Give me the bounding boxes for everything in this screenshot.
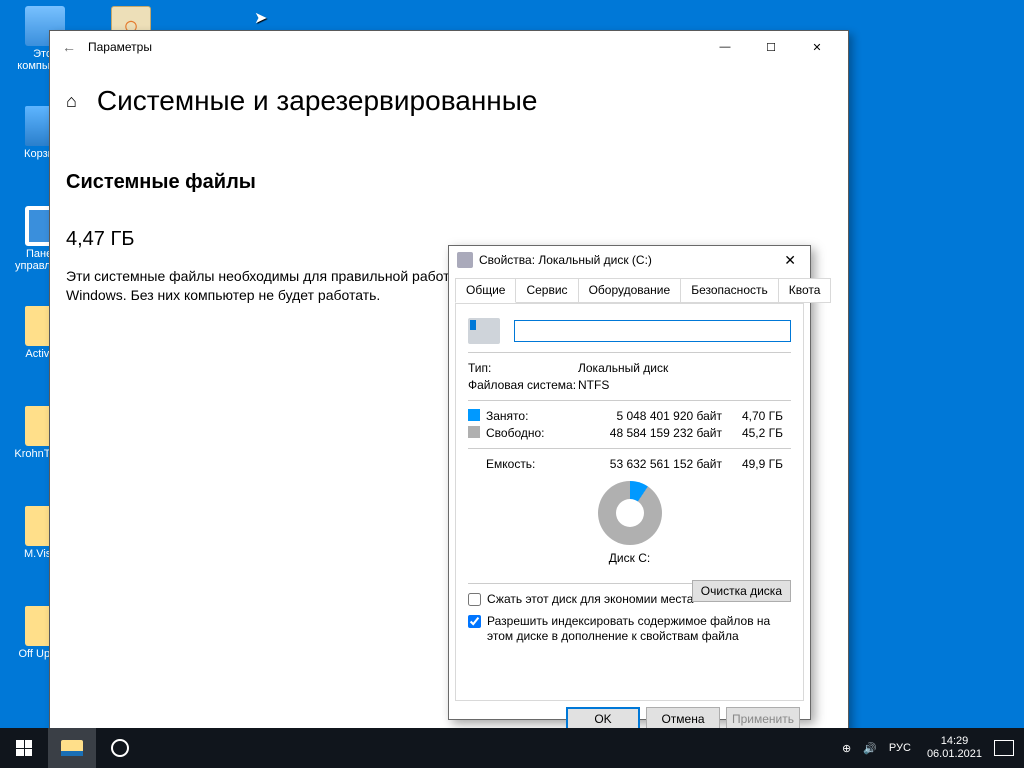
windows-icon xyxy=(16,740,32,756)
disk-icon xyxy=(457,252,473,268)
ok-button[interactable]: OK xyxy=(566,707,640,730)
free-bytes: 48 584 159 232 байт xyxy=(578,426,728,440)
drive-icon xyxy=(468,318,500,344)
network-icon[interactable]: ⊕ xyxy=(836,728,857,768)
taskbar: ⊕ 🔊 РУС 14:29 06.01.2021 xyxy=(0,728,1024,768)
dialog-titlebar[interactable]: Свойства: Локальный диск (C:) ✕ xyxy=(449,246,810,274)
start-button[interactable] xyxy=(0,728,48,768)
section-title: Системные файлы xyxy=(66,171,824,194)
maximize-button[interactable]: ☐ xyxy=(748,32,794,62)
tabs: Общие Сервис Оборудование Безопасность К… xyxy=(449,274,810,303)
clock-date: 06.01.2021 xyxy=(927,748,982,761)
free-swatch xyxy=(468,426,480,438)
volume-name-input[interactable] xyxy=(514,320,791,342)
window-title: Параметры xyxy=(88,40,702,54)
index-checkbox-row[interactable]: Разрешить индексировать содержимое файло… xyxy=(468,614,791,645)
disk-cleanup-button[interactable]: Очистка диска xyxy=(692,580,791,602)
system-files-description: Эти системные файлы необходимы для прави… xyxy=(66,267,486,305)
disk-properties-dialog: Свойства: Локальный диск (C:) ✕ Общие Се… xyxy=(448,245,811,720)
tab-security[interactable]: Безопасность xyxy=(680,278,779,303)
tab-service[interactable]: Сервис xyxy=(515,278,578,303)
type-label: Тип: xyxy=(468,361,578,375)
clock-time: 14:29 xyxy=(927,735,982,748)
compress-checkbox[interactable] xyxy=(468,593,481,606)
taskbar-clock[interactable]: 14:29 06.01.2021 xyxy=(917,735,992,760)
used-swatch xyxy=(468,409,480,421)
used-human: 4,70 ГБ xyxy=(728,409,783,423)
language-indicator[interactable]: РУС xyxy=(883,728,917,768)
cancel-button[interactable]: Отмена xyxy=(646,707,720,730)
free-human: 45,2 ГБ xyxy=(728,426,783,440)
taskbar-file-explorer[interactable] xyxy=(48,728,96,768)
disk-chart-label: Диск C: xyxy=(468,551,791,565)
tab-quota[interactable]: Квота xyxy=(778,278,832,303)
file-explorer-icon xyxy=(61,740,83,756)
tab-panel-general: Тип:Локальный диск Файловая система:NTFS… xyxy=(455,303,804,701)
usage-chart xyxy=(598,481,662,545)
page-title: Системные и зарезервированные xyxy=(97,85,538,117)
used-bytes: 5 048 401 920 байт xyxy=(578,409,728,423)
close-button[interactable]: ✕ xyxy=(794,32,840,62)
settings-titlebar[interactable]: ← Параметры — ☐ ✕ xyxy=(50,31,848,63)
tab-general[interactable]: Общие xyxy=(455,278,516,303)
capacity-human: 49,9 ГБ xyxy=(728,457,783,471)
index-checkbox[interactable] xyxy=(468,615,481,628)
gear-icon xyxy=(111,739,129,757)
index-label: Разрешить индексировать содержимое файло… xyxy=(487,614,791,645)
apply-button[interactable]: Применить xyxy=(726,707,800,730)
filesystem-value: NTFS xyxy=(578,378,791,392)
free-label: Свободно: xyxy=(486,426,545,440)
capacity-label: Емкость: xyxy=(468,457,578,471)
used-label: Занято: xyxy=(486,409,528,423)
tab-hardware[interactable]: Оборудование xyxy=(578,278,682,303)
home-icon[interactable]: ⌂ xyxy=(66,91,77,112)
compress-label: Сжать этот диск для экономии места xyxy=(487,592,693,608)
capacity-bytes: 53 632 561 152 байт xyxy=(578,457,728,471)
volume-icon[interactable]: 🔊 xyxy=(857,728,883,768)
close-button[interactable]: ✕ xyxy=(778,252,802,269)
filesystem-label: Файловая система: xyxy=(468,378,578,392)
action-center-button[interactable] xyxy=(994,740,1014,756)
dialog-title: Свойства: Локальный диск (C:) xyxy=(479,253,778,267)
minimize-button[interactable]: — xyxy=(702,32,748,62)
type-value: Локальный диск xyxy=(578,361,791,375)
taskbar-settings[interactable] xyxy=(96,728,144,768)
back-button[interactable]: ← xyxy=(58,39,88,55)
